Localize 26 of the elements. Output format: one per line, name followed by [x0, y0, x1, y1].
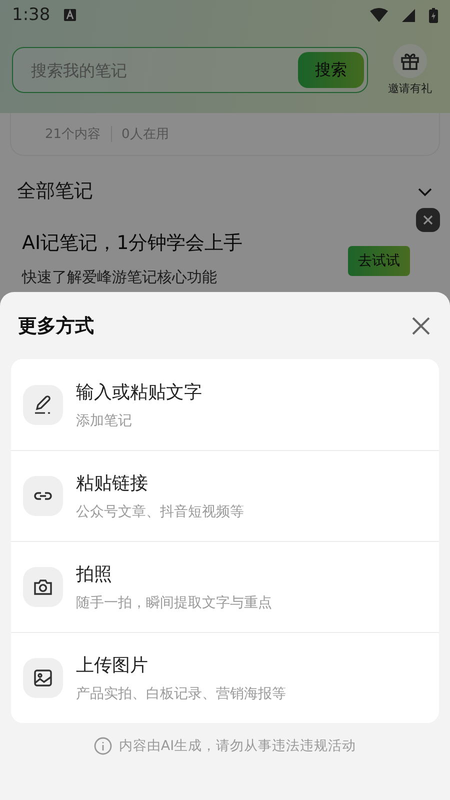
dismiss-button[interactable]: [416, 208, 440, 232]
promo-subtitle: 快速了解爱峰游笔记核心功能: [22, 268, 218, 287]
section-title: 全部笔记: [17, 179, 93, 204]
option-subtitle: 产品实拍、白板记录、营销海报等: [76, 685, 286, 703]
keyboard-indicator-icon: [64, 9, 76, 21]
status-time: 1:38: [12, 5, 50, 25]
battery-icon: [429, 8, 438, 22]
option-subtitle: 随手一拍，瞬间提取文字与重点: [76, 594, 272, 612]
option-title: 输入或粘贴文字: [76, 380, 202, 404]
option-subtitle: 添加笔记: [76, 412, 133, 430]
signal-icon: [402, 8, 415, 22]
wifi-icon: [370, 8, 388, 22]
info-icon: [94, 737, 112, 755]
option-title: 上传图片: [76, 654, 149, 677]
disclaimer-text: 内容由AI生成，请勿从事违法违规活动: [118, 737, 356, 755]
stat-text: 21个内容: [45, 126, 101, 143]
promo-title: AI记笔记，1分钟学会上手: [22, 231, 243, 256]
image-icon: [32, 667, 54, 689]
option-title: 粘贴链接: [76, 472, 149, 495]
sheet-title: 更多方式: [18, 314, 94, 338]
option-title: 拍照: [76, 563, 113, 586]
chevron-icon[interactable]: [418, 188, 432, 196]
close-icon: [423, 215, 433, 225]
invite-label[interactable]: 邀请有礼: [388, 81, 432, 96]
option-subtitle: 公众号文章、抖音短视频等: [76, 503, 244, 521]
stat-text: 0人在用: [122, 126, 169, 143]
